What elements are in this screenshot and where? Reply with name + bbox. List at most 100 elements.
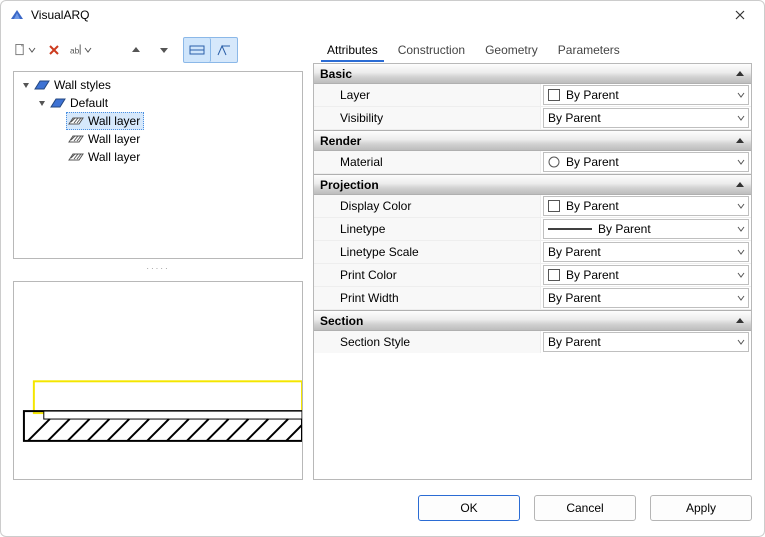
- chevron-down-icon: [84, 46, 92, 54]
- combo-linetype-scale[interactable]: By Parent: [543, 242, 749, 262]
- tree-leaf-label: Wall layer: [88, 150, 140, 164]
- expand-icon[interactable]: [20, 79, 32, 91]
- collapse-icon[interactable]: [735, 316, 745, 326]
- combo-material[interactable]: By Parent: [543, 152, 749, 172]
- section-view-icon: [216, 43, 232, 57]
- combo-linetype[interactable]: By Parent: [543, 219, 749, 239]
- wall-preview: [14, 282, 302, 480]
- collapse-icon[interactable]: [735, 69, 745, 79]
- tree-leaf[interactable]: Wall layer: [14, 112, 302, 130]
- prop-label: Visibility: [314, 107, 541, 129]
- group-header-section[interactable]: Section: [314, 310, 751, 331]
- wall-styles-icon: [34, 78, 50, 92]
- prop-label: Display Color: [314, 195, 541, 217]
- prop-label: Print Width: [314, 287, 541, 309]
- tree-root[interactable]: Wall styles: [14, 76, 302, 94]
- tree-leaf[interactable]: Wall layer: [14, 148, 302, 166]
- splitter-handle[interactable]: ·····: [13, 267, 303, 273]
- main-area: ab: [13, 37, 752, 480]
- combo-visibility[interactable]: By Parent: [543, 108, 749, 128]
- rename-icon: ab: [70, 43, 83, 57]
- collapse-icon[interactable]: [735, 136, 745, 146]
- prop-row-visibility: Visibility By Parent: [314, 107, 751, 130]
- dialog-body: ab: [1, 29, 764, 536]
- rename-style-button[interactable]: ab: [69, 37, 95, 63]
- style-tree[interactable]: Wall styles Default: [13, 71, 303, 259]
- chevron-down-icon: [737, 271, 745, 279]
- combo-layer[interactable]: By Parent: [543, 85, 749, 105]
- group-header-render[interactable]: Render: [314, 130, 751, 151]
- chevron-down-icon: [737, 225, 745, 233]
- prop-label: Print Color: [314, 264, 541, 286]
- color-swatch: [548, 200, 560, 212]
- tree-node[interactable]: Default: [14, 94, 302, 112]
- prop-label: Section Style: [314, 331, 541, 353]
- sphere-icon: [548, 156, 560, 168]
- close-icon: [734, 9, 746, 21]
- prop-row-layer: Layer By Parent: [314, 84, 751, 107]
- prop-row-material: Material By Parent: [314, 151, 751, 174]
- titlebar: VisualARQ: [1, 1, 764, 29]
- up-icon: [131, 45, 141, 55]
- prop-row-linetype-scale: Linetype Scale By Parent: [314, 241, 751, 264]
- chevron-down-icon: [737, 338, 745, 346]
- group-header-basic[interactable]: Basic: [314, 64, 751, 84]
- chevron-down-icon: [737, 248, 745, 256]
- chevron-down-icon: [737, 202, 745, 210]
- expand-icon[interactable]: [36, 97, 48, 109]
- move-down-button[interactable]: [151, 37, 177, 63]
- apply-button[interactable]: Apply: [650, 495, 752, 521]
- tab-geometry[interactable]: Geometry: [475, 39, 548, 61]
- dialog-window: VisualARQ: [0, 0, 765, 537]
- app-icon: [9, 7, 25, 23]
- group-header-projection[interactable]: Projection: [314, 174, 751, 195]
- ok-button[interactable]: OK: [418, 495, 520, 521]
- wall-view-icon: [189, 43, 205, 57]
- color-swatch: [548, 89, 560, 101]
- prop-label: Layer: [314, 84, 541, 106]
- color-swatch: [548, 269, 560, 281]
- window-title: VisualARQ: [31, 8, 724, 22]
- line-icon: [548, 225, 592, 233]
- combo-display-color[interactable]: By Parent: [543, 196, 749, 216]
- wall-layer-icon: [68, 150, 84, 164]
- dialog-footer: OK Cancel Apply: [13, 480, 752, 526]
- cancel-button[interactable]: Cancel: [534, 495, 636, 521]
- tree-leaf-label: Wall layer: [88, 132, 140, 146]
- prop-row-display-color: Display Color By Parent: [314, 195, 751, 218]
- prop-row-section-style: Section Style By Parent: [314, 331, 751, 353]
- properties-panel: Basic Layer By Parent: [313, 63, 752, 480]
- new-icon: [14, 43, 27, 57]
- collapse-icon[interactable]: [735, 180, 745, 190]
- tab-construction[interactable]: Construction: [388, 39, 475, 61]
- down-icon: [159, 45, 169, 55]
- left-column: ab: [13, 37, 303, 480]
- tree-root-label: Wall styles: [54, 78, 111, 92]
- combo-print-color[interactable]: By Parent: [543, 265, 749, 285]
- chevron-down-icon: [737, 114, 745, 122]
- tab-attributes[interactable]: Attributes: [317, 39, 388, 61]
- prop-label: Linetype Scale: [314, 241, 541, 263]
- wall-view-button[interactable]: [184, 38, 211, 62]
- right-column: Attributes Construction Geometry Paramet…: [313, 37, 752, 480]
- prop-label: Material: [314, 151, 541, 173]
- prop-label: Linetype: [314, 218, 541, 240]
- tab-parameters[interactable]: Parameters: [548, 39, 630, 61]
- chevron-down-icon: [737, 158, 745, 166]
- combo-section-style[interactable]: By Parent: [543, 332, 749, 352]
- section-view-button[interactable]: [211, 38, 237, 62]
- move-up-button[interactable]: [123, 37, 149, 63]
- wall-layer-icon: [68, 114, 84, 128]
- chevron-down-icon: [28, 46, 36, 54]
- combo-print-width[interactable]: By Parent: [543, 288, 749, 308]
- prop-row-print-color: Print Color By Parent: [314, 264, 751, 287]
- prop-row-linetype: Linetype By Parent: [314, 218, 751, 241]
- chevron-down-icon: [737, 91, 745, 99]
- preview-pane[interactable]: [13, 281, 303, 480]
- close-button[interactable]: [724, 3, 756, 27]
- tree-leaf[interactable]: Wall layer: [14, 130, 302, 148]
- delete-style-button[interactable]: [41, 37, 67, 63]
- new-style-button[interactable]: [13, 37, 39, 63]
- preview-view-toggle: [183, 37, 238, 63]
- tree-node-label: Default: [70, 96, 108, 110]
